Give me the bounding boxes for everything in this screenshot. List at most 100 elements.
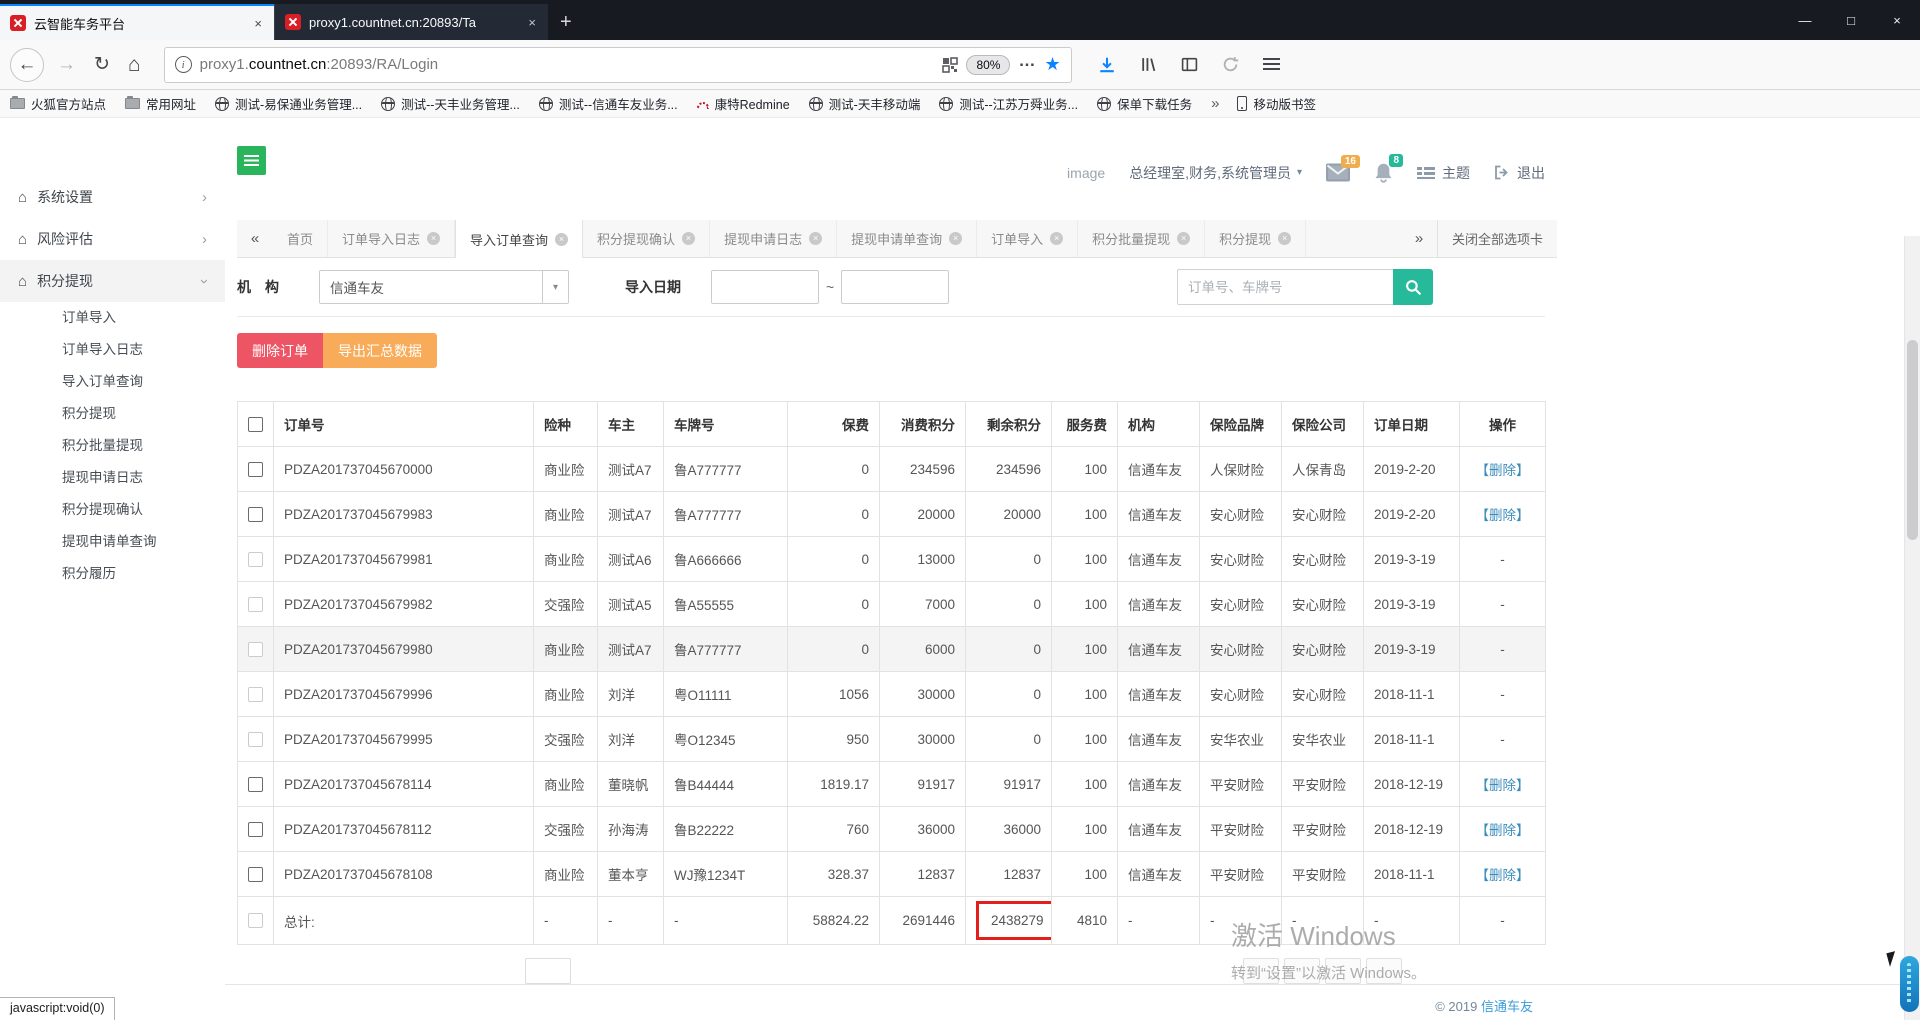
- tab-close-icon[interactable]: ×: [1177, 232, 1191, 245]
- pagination-button[interactable]: [1325, 958, 1361, 984]
- bookmark-item-4[interactable]: 测试--信通车友业务...: [538, 94, 678, 113]
- search-button[interactable]: [1393, 269, 1433, 305]
- forward-button[interactable]: →: [57, 54, 76, 76]
- page-actions-icon[interactable]: …: [1018, 51, 1036, 78]
- reload-button[interactable]: ↻: [94, 53, 110, 76]
- browser-tab-active[interactable]: 云智能车务平台 ×: [0, 4, 274, 40]
- tab-close-icon[interactable]: ×: [427, 232, 441, 245]
- sidebar-subitem-1[interactable]: 订单导入日志: [0, 334, 225, 366]
- app-tab-7[interactable]: 积分批量提现 ×: [1078, 220, 1206, 257]
- select-all-checkbox[interactable]: [248, 416, 263, 432]
- delete-link[interactable]: 【删除】: [1476, 868, 1530, 883]
- bookmark-item-7[interactable]: 测试--江苏万舜业务...: [939, 94, 1078, 113]
- scrollbar-thumb[interactable]: [1907, 340, 1918, 540]
- org-select[interactable]: 信通车友 ▾: [319, 270, 569, 304]
- row-checkbox[interactable]: [248, 913, 263, 929]
- sidebar-collapse-button[interactable]: [237, 146, 266, 175]
- bookmark-item-5[interactable]: 康特Redmine: [696, 94, 790, 113]
- pagination-button[interactable]: [1284, 958, 1320, 984]
- row-checkbox[interactable]: [248, 461, 263, 477]
- row-checkbox[interactable]: [248, 866, 263, 882]
- library-icon[interactable]: [1140, 56, 1157, 73]
- plugin-widget[interactable]: [1886, 951, 1919, 1012]
- app-tab-2[interactable]: 导入订单查询 ×: [455, 220, 584, 258]
- date-to-input[interactable]: [841, 270, 950, 304]
- app-tab-1[interactable]: 订单导入日志 ×: [328, 220, 456, 257]
- sidebar-item-2[interactable]: ⌂ 积分提现 ›: [0, 260, 225, 302]
- tab-close-icon[interactable]: ×: [682, 232, 696, 245]
- sidebar-subitem-0[interactable]: 订单导入: [0, 302, 225, 334]
- tab-close-icon[interactable]: ×: [1278, 232, 1292, 245]
- menu-icon[interactable]: [1262, 58, 1280, 71]
- row-checkbox[interactable]: [248, 641, 263, 657]
- sidebar-subitem-4[interactable]: 积分批量提现: [0, 430, 225, 462]
- bookmark-item-1[interactable]: 常用网址: [125, 94, 196, 113]
- sidebar-subitem-3[interactable]: 积分提现: [0, 398, 225, 430]
- sidebar-toggle-icon[interactable]: [1181, 56, 1198, 73]
- bookmark-item-8[interactable]: 保单下载任务: [1097, 94, 1192, 113]
- page-size-select[interactable]: [525, 958, 571, 984]
- sidebar-subitem-8[interactable]: 积分履历: [0, 558, 225, 590]
- delete-link[interactable]: 【删除】: [1476, 508, 1530, 523]
- page-scrollbar[interactable]: [1904, 236, 1920, 1020]
- sidebar-subitem-5[interactable]: 提现申请日志: [0, 462, 225, 494]
- tab-close-icon[interactable]: ×: [949, 232, 963, 245]
- row-checkbox[interactable]: [248, 776, 263, 792]
- row-checkbox[interactable]: [248, 686, 263, 702]
- bookmark-item-3[interactable]: 测试--天丰业务管理...: [381, 94, 520, 113]
- sidebar-item-1[interactable]: ⌂ 风险评估 ›: [0, 218, 225, 260]
- app-tab-8[interactable]: 积分提现 ×: [1205, 220, 1307, 257]
- back-button[interactable]: ←: [10, 47, 44, 82]
- delete-link[interactable]: 【删除】: [1476, 778, 1530, 793]
- tab-close-icon[interactable]: ×: [809, 232, 823, 245]
- brand-link[interactable]: 信通车友: [1481, 999, 1533, 1014]
- row-checkbox[interactable]: [248, 821, 263, 837]
- sidebar-subitem-7[interactable]: 提现申请单查询: [0, 526, 225, 558]
- messages-button[interactable]: 16: [1326, 155, 1360, 182]
- logout-button[interactable]: 退出: [1494, 163, 1545, 183]
- sidebar-item-0[interactable]: ⌂ 系统设置 ›: [0, 176, 225, 218]
- export-summary-button[interactable]: 导出汇总数据: [323, 333, 437, 368]
- tab-close-icon[interactable]: ×: [555, 232, 569, 246]
- row-checkbox[interactable]: [248, 506, 263, 522]
- row-checkbox[interactable]: [248, 596, 263, 612]
- app-tab-6[interactable]: 订单导入 ×: [977, 220, 1079, 257]
- tab-scroll-left-icon[interactable]: «: [237, 220, 273, 257]
- pagination-button[interactable]: [1243, 958, 1279, 984]
- app-tab-0[interactable]: 首页: [273, 220, 329, 257]
- browser-tab-background[interactable]: proxy1.countnet.cn:20893/Ta ×: [274, 4, 548, 40]
- delete-orders-button[interactable]: 删除订单: [237, 333, 323, 368]
- sidebar-subitem-2[interactable]: 导入订单查询: [0, 366, 225, 398]
- theme-button[interactable]: 主题: [1417, 163, 1470, 183]
- app-tab-5[interactable]: 提现申请单查询 ×: [837, 220, 978, 257]
- close-button[interactable]: ×: [1874, 0, 1920, 40]
- delete-link[interactable]: 【删除】: [1476, 823, 1530, 838]
- pagination[interactable]: [1243, 958, 1402, 984]
- tab-close-icon[interactable]: ×: [252, 16, 264, 31]
- row-checkbox[interactable]: [248, 551, 263, 567]
- tab-scroll-right-icon[interactable]: »: [1401, 230, 1437, 247]
- bookmarks-overflow-icon[interactable]: »: [1211, 95, 1219, 112]
- minimize-button[interactable]: —: [1782, 0, 1828, 40]
- row-checkbox[interactable]: [248, 731, 263, 747]
- bookmark-item-6[interactable]: 测试-天丰移动端: [808, 94, 920, 113]
- mobile-bookmarks[interactable]: 移动版书签: [1237, 94, 1316, 113]
- bookmark-item-0[interactable]: 火狐官方站点: [10, 94, 106, 113]
- app-tab-3[interactable]: 积分提现确认 ×: [583, 220, 711, 257]
- zoom-level-badge[interactable]: 80%: [966, 54, 1011, 75]
- qr-code-icon[interactable]: [942, 56, 959, 73]
- delete-link[interactable]: 【删除】: [1476, 463, 1530, 478]
- new-tab-button[interactable]: +: [548, 11, 584, 40]
- date-from-input[interactable]: [711, 270, 819, 304]
- tab-close-icon[interactable]: ×: [1050, 232, 1064, 245]
- sidebar-subitem-6[interactable]: 积分提现确认: [0, 494, 225, 526]
- bookmark-star-icon[interactable]: ★: [1044, 54, 1060, 75]
- maximize-button[interactable]: □: [1828, 0, 1874, 40]
- site-info-icon[interactable]: i: [174, 56, 192, 73]
- bookmark-item-2[interactable]: 测试-易保通业务管理...: [215, 94, 362, 113]
- home-button[interactable]: ⌂: [128, 53, 141, 77]
- url-bar[interactable]: i proxy1.countnet.cn:20893/RA/Login 80% …: [163, 46, 1072, 83]
- close-all-tabs-button[interactable]: 关闭全部选项卡: [1436, 220, 1557, 257]
- search-input[interactable]: [1177, 269, 1393, 305]
- pagination-button[interactable]: [1366, 958, 1402, 984]
